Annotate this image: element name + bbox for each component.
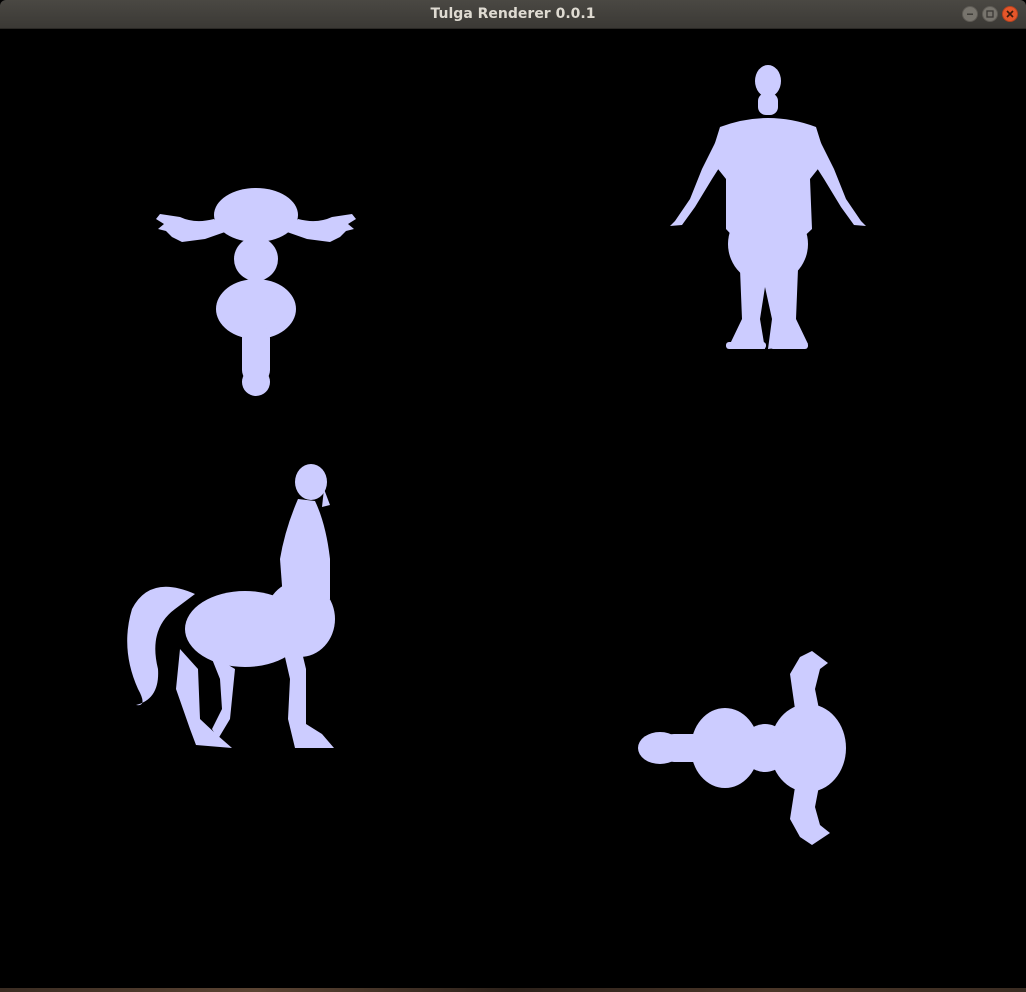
title-bar[interactable]: Tulga Renderer 0.0.1 xyxy=(0,0,1026,29)
close-button[interactable] xyxy=(1002,6,1018,22)
minimize-button[interactable] xyxy=(962,6,978,22)
desktop-background-strip xyxy=(0,988,1026,992)
figure-bottom-right xyxy=(638,651,846,845)
maximize-button[interactable] xyxy=(982,6,998,22)
figure-top-right xyxy=(670,65,866,349)
figure-bottom-left xyxy=(127,464,335,748)
minimize-icon xyxy=(967,13,973,15)
window-title: Tulga Renderer 0.0.1 xyxy=(430,6,596,22)
render-viewport[interactable] xyxy=(0,29,1026,988)
figure-top-left xyxy=(156,188,356,396)
maximize-icon xyxy=(986,10,994,18)
app-window: Tulga Renderer 0.0.1 xyxy=(0,0,1026,992)
close-icon xyxy=(1006,10,1014,18)
